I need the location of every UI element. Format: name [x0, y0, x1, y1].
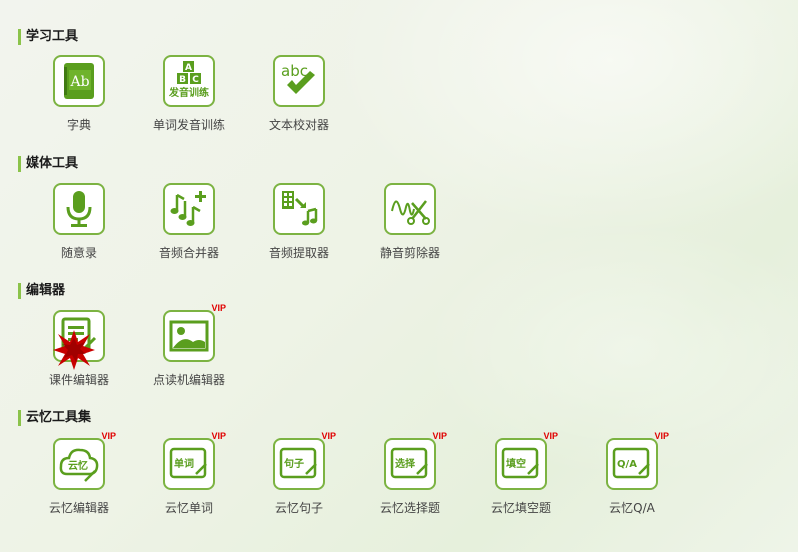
vip-badge: VIP	[543, 431, 558, 441]
qa-edit-icon: Q/A	[612, 447, 650, 479]
tool-voice-recorder[interactable]: 随意录	[24, 183, 134, 261]
svg-text:单词: 单词	[174, 457, 194, 470]
vip-badge: VIP	[432, 431, 447, 441]
sentence-edit-icon: 句子	[279, 447, 317, 479]
tool-dictionary[interactable]: Ab 字典	[24, 55, 134, 133]
tool-yunyi-qa[interactable]: Q/A VIP 云忆Q/A	[577, 431, 687, 516]
tool-text-proofreader[interactable]: abc 文本校对器	[244, 55, 354, 133]
section-title-study-tools: 学习工具	[18, 29, 78, 45]
tool-audio-merger[interactable]: 音频合并器	[134, 183, 244, 261]
vip-badge: VIP	[321, 431, 336, 441]
dictionary-icon: Ab	[64, 63, 94, 99]
svg-text:C: C	[192, 75, 199, 85]
waveform-scissors-icon	[391, 200, 430, 225]
tool-yunyi-words[interactable]: 单词 VIP 云忆单词	[134, 431, 244, 516]
tool-word-pronunciation[interactable]: A B C 发音训练 单词发音训练	[134, 55, 244, 133]
section-title-yunyi-tools: 云忆工具集	[18, 410, 91, 426]
vip-badge: VIP	[211, 303, 226, 313]
choice-edit-icon: 选择	[390, 447, 428, 479]
starburst-icon	[53, 330, 95, 370]
tool-audio-extractor[interactable]: 音频提取器	[244, 183, 354, 261]
svg-text:选择: 选择	[395, 457, 416, 470]
audio-extract-icon	[282, 191, 318, 226]
tool-reading-pen-editor[interactable]: VIP 点读机编辑器	[134, 303, 244, 388]
section-title-media-tools: 媒体工具	[18, 156, 78, 172]
cloud-edit-icon: 云忆	[59, 448, 99, 482]
word-edit-icon: 单词	[169, 447, 207, 479]
abc-pronunciation-icon: A B C 发音训练	[169, 61, 209, 99]
svg-text:填空: 填空	[506, 457, 526, 470]
vip-badge: VIP	[211, 431, 226, 441]
tool-yunyi-fill-blank[interactable]: 填空 VIP 云忆填空题	[466, 431, 576, 516]
svg-text:句子: 句子	[284, 457, 304, 470]
vip-badge: VIP	[654, 431, 669, 441]
tool-yunyi-multiple-choice[interactable]: 选择 VIP 云忆选择题	[355, 431, 465, 516]
abc-check-icon: abc	[281, 62, 315, 94]
section-title-editors: 编辑器	[18, 283, 65, 299]
tool-yunyi-editor[interactable]: 云忆 VIP 云忆编辑器	[24, 431, 134, 516]
svg-text:发音训练: 发音训练	[169, 86, 209, 99]
music-merge-icon	[170, 191, 206, 226]
svg-text:云忆: 云忆	[68, 459, 88, 472]
tool-yunyi-sentences[interactable]: 句子 VIP 云忆句子	[244, 431, 354, 516]
tool-courseware-editor[interactable]: 课件编辑器	[24, 310, 134, 388]
tool-silence-cutter[interactable]: 静音剪除器	[355, 183, 465, 261]
microphone-icon	[66, 191, 92, 227]
svg-text:A: A	[185, 63, 192, 73]
svg-text:B: B	[179, 75, 186, 85]
fill-blank-edit-icon: 填空	[501, 447, 539, 479]
vip-badge: VIP	[101, 431, 116, 441]
svg-text:Q/A: Q/A	[617, 459, 637, 470]
svg-text:Ab: Ab	[69, 74, 89, 90]
picture-icon	[169, 320, 209, 352]
